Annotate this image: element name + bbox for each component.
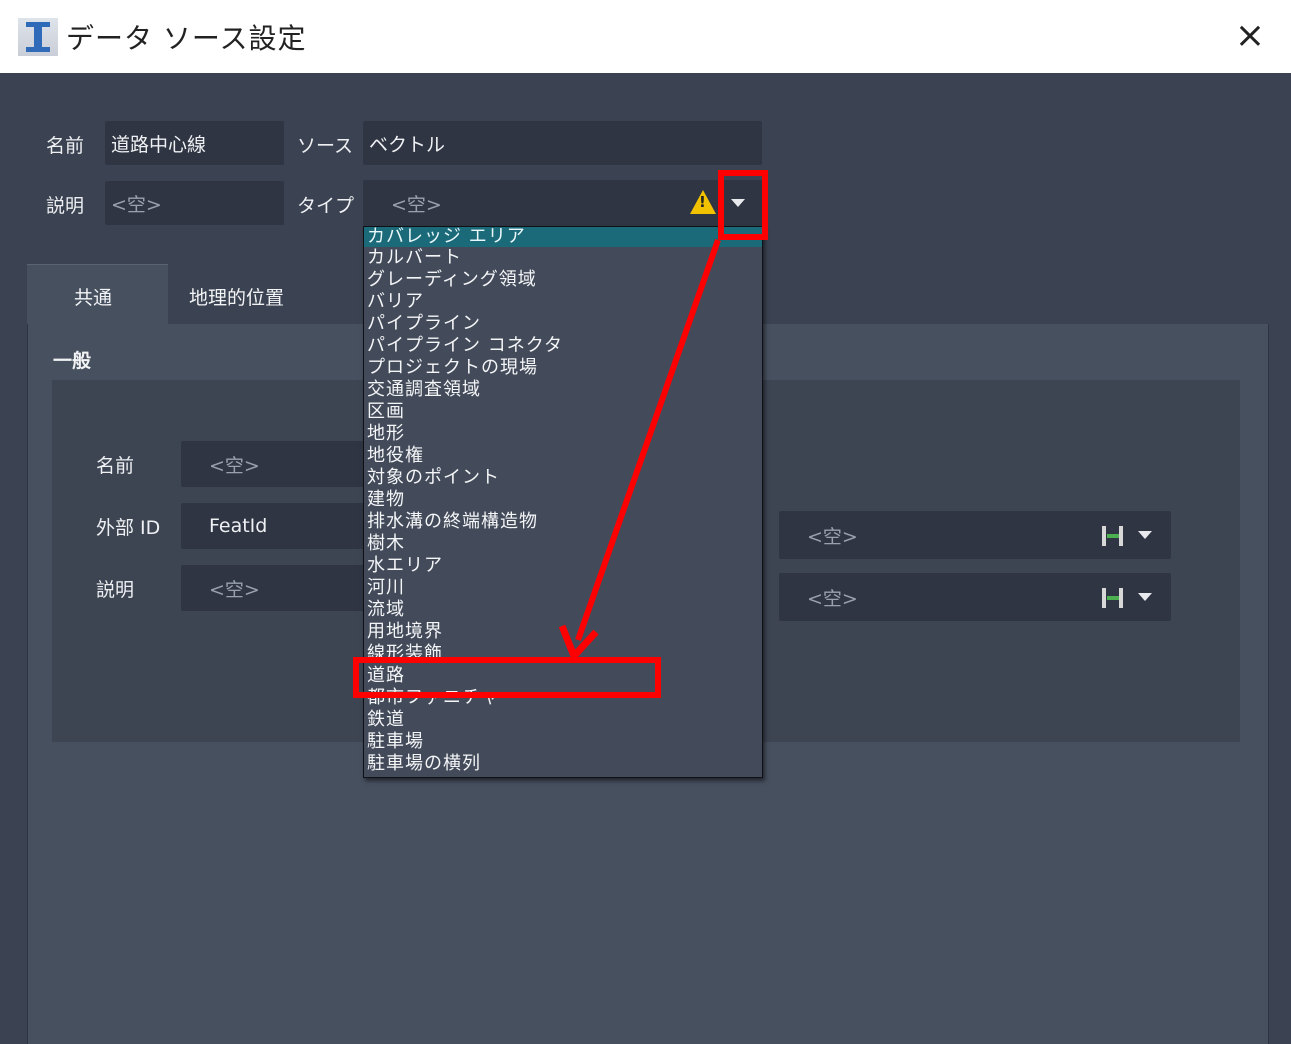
annotation-box-road-item <box>353 657 661 698</box>
annotation-box-dropdown-button <box>718 170 768 240</box>
annotation-overlay <box>353 170 768 698</box>
annotation-arrow-line <box>575 239 721 641</box>
